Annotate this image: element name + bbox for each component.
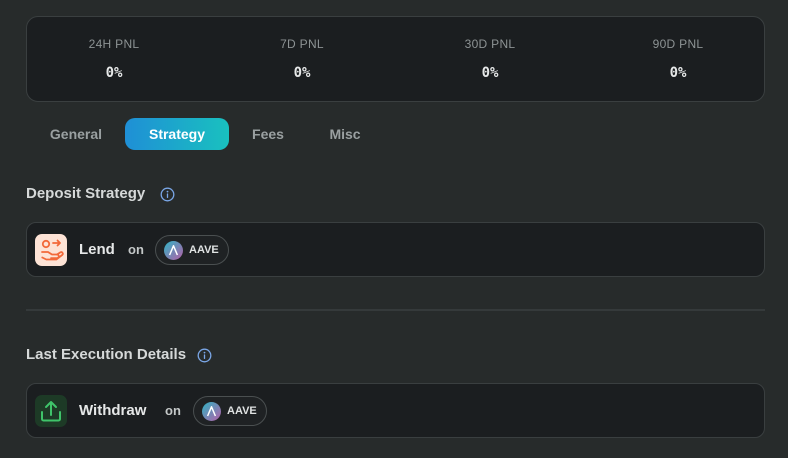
last-execution-card: Withdraw on AAVE <box>26 383 765 438</box>
pnl-summary-card: 24H PNL 0% 7D PNL 0% 30D PNL 0% 90D PNL … <box>26 16 765 102</box>
aave-logo-icon <box>164 241 183 260</box>
deposit-protocol-name: AAVE <box>189 244 219 256</box>
tab-fees[interactable]: Fees <box>240 118 296 150</box>
pnl-30d-label: 30D PNL <box>464 37 516 51</box>
deposit-on-label: on <box>128 242 144 257</box>
tab-misc[interactable]: Misc <box>317 118 373 150</box>
last-execution-title: Last Execution Details <box>26 346 187 363</box>
pnl-90d-label: 90D PNL <box>652 37 704 51</box>
info-icon[interactable] <box>160 187 175 202</box>
pnl-24h-value: 0% <box>105 65 123 81</box>
pnl-24h-label: 24H PNL <box>88 37 140 51</box>
deposit-strategy-title: Deposit Strategy <box>26 185 146 202</box>
execution-on-label: on <box>165 403 181 418</box>
deposit-strategy-card: Lend on AAVE <box>26 222 765 277</box>
pnl-30d-value: 0% <box>481 65 499 81</box>
info-icon[interactable] <box>197 348 212 363</box>
lend-icon <box>35 234 67 266</box>
execution-protocol-pill[interactable]: AAVE <box>193 396 267 426</box>
aave-logo-icon <box>202 402 221 421</box>
execution-protocol-name: AAVE <box>227 405 257 417</box>
section-divider <box>26 309 765 311</box>
deposit-protocol-pill[interactable]: AAVE <box>155 235 229 265</box>
withdraw-icon <box>35 395 67 427</box>
tab-general[interactable]: General <box>40 118 112 150</box>
tab-strategy[interactable]: Strategy <box>125 118 229 150</box>
pnl-7d-value: 0% <box>293 65 311 81</box>
pnl-90d-value: 0% <box>669 65 687 81</box>
pnl-7d-label: 7D PNL <box>280 37 324 51</box>
deposit-action-label: Lend <box>79 241 115 258</box>
execution-action-label: Withdraw <box>79 402 147 419</box>
